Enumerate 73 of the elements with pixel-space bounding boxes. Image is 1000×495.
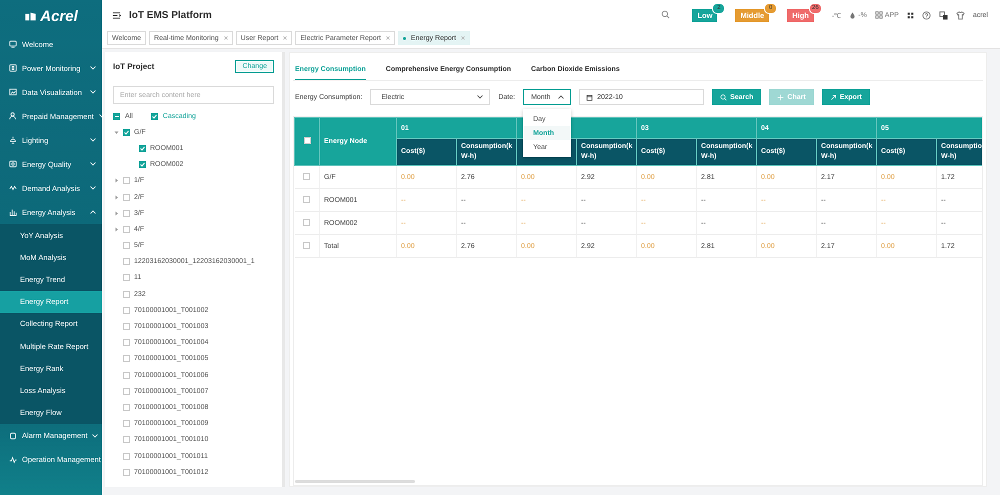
checkbox[interactable]	[123, 226, 130, 233]
logo: Acrel	[40, 8, 78, 24]
drop-icon	[849, 12, 856, 18]
checkbox[interactable]	[123, 274, 130, 282]
checkbox[interactable]	[123, 194, 130, 201]
caret-icon[interactable]	[114, 210, 118, 216]
translate-icon	[938, 10, 948, 20]
checkbox[interactable]	[123, 210, 130, 217]
caret-icon[interactable]	[114, 226, 118, 232]
close-icon[interactable]	[461, 36, 466, 40]
grid-icon	[874, 11, 883, 19]
search-icon	[661, 10, 670, 18]
chevron-icon	[558, 95, 564, 99]
chevron-icon	[90, 138, 96, 142]
chevron-icon	[90, 66, 96, 70]
checkbox[interactable]	[123, 258, 130, 266]
checkbox[interactable]	[123, 290, 130, 298]
checkbox[interactable]	[123, 420, 130, 428]
checkbox[interactable]	[139, 144, 146, 152]
close-icon[interactable]	[224, 36, 228, 40]
lamp-icon	[9, 136, 17, 144]
checkbox[interactable]	[123, 355, 130, 362]
checkbox[interactable]	[303, 196, 310, 202]
menu-icon	[112, 10, 121, 20]
fullscreen-icon	[906, 12, 914, 18]
export-icon	[830, 94, 837, 100]
checkbox[interactable]	[303, 242, 310, 248]
checkbox[interactable]	[123, 436, 130, 444]
checkbox[interactable]	[123, 452, 130, 460]
monitor-icon	[9, 40, 17, 48]
chart-icon	[9, 88, 17, 96]
checkbox[interactable]	[123, 404, 130, 411]
close-icon[interactable]	[386, 36, 390, 40]
chevron-icon	[90, 210, 96, 214]
wave-icon	[9, 184, 17, 192]
person-icon	[9, 112, 17, 120]
logo-icon	[24, 10, 38, 22]
checkbox[interactable]	[123, 468, 130, 476]
caret-icon[interactable]	[114, 130, 118, 135]
shirt-icon	[956, 10, 965, 20]
checkbox[interactable]	[123, 306, 130, 314]
help-icon	[922, 10, 931, 20]
checkbox[interactable]	[113, 112, 120, 120]
chevron-icon	[90, 90, 96, 94]
panel-icon	[9, 64, 17, 72]
checkbox[interactable]	[303, 172, 310, 180]
chevron-icon	[90, 162, 96, 166]
checkbox[interactable]	[123, 177, 130, 184]
checkbox[interactable]	[123, 339, 130, 346]
panel-title: IoT Project	[113, 62, 154, 70]
checkbox[interactable]	[123, 242, 130, 250]
chevron-icon	[477, 95, 484, 99]
checkbox[interactable]	[139, 161, 146, 168]
scrollbar[interactable]	[295, 480, 415, 483]
app-title: IoT EMS Platform	[129, 10, 212, 20]
calendar-icon	[586, 94, 594, 100]
caret-icon[interactable]	[114, 194, 118, 200]
search-icon	[720, 94, 728, 100]
checkbox[interactable]	[123, 323, 130, 330]
close-icon[interactable]	[283, 36, 288, 40]
checkbox[interactable]	[304, 137, 310, 144]
chevron-icon	[90, 186, 96, 190]
caret-icon[interactable]	[114, 178, 118, 184]
checkbox[interactable]	[123, 388, 130, 395]
bar-chart-icon	[9, 208, 17, 216]
checkbox[interactable]	[123, 372, 130, 379]
pulse-icon	[9, 456, 17, 464]
square-icon	[9, 432, 17, 440]
checkbox[interactable]	[303, 218, 310, 226]
screen-icon	[9, 160, 17, 168]
checkbox[interactable]	[123, 128, 130, 136]
checkbox[interactable]	[150, 112, 158, 120]
chevron-icon	[92, 434, 98, 438]
